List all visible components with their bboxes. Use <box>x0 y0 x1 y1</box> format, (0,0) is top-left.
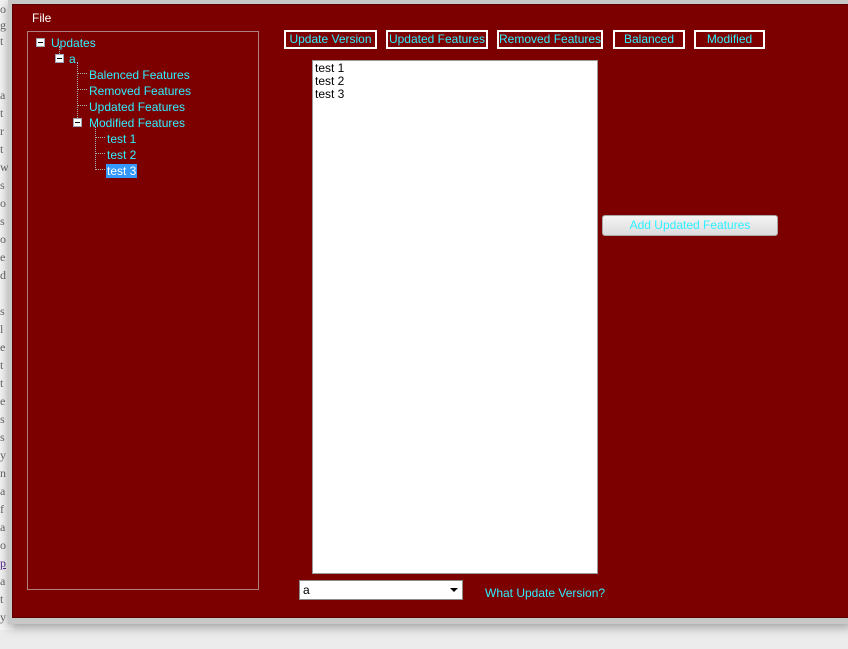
dropdown-arrow-icon[interactable] <box>450 588 458 592</box>
window-client-area: File Updates a Balenced Features Removed… <box>12 4 848 618</box>
collapse-icon[interactable] <box>73 118 82 127</box>
tree-node-version-a[interactable]: a <box>68 52 77 66</box>
collapse-icon[interactable] <box>36 38 45 47</box>
list-item[interactable]: test 1 <box>314 62 596 75</box>
tree-node-updates[interactable]: Updates <box>50 36 97 50</box>
updates-tree[interactable]: Updates a Balenced Features Removed Feat… <box>27 31 259 590</box>
tree-connector <box>95 153 105 154</box>
tree-connector <box>95 169 105 170</box>
update-version-button[interactable]: Update Version <box>284 30 377 49</box>
balanced-button[interactable]: Balanced <box>613 30 685 49</box>
update-version-question-label: What Update Version? <box>485 586 606 600</box>
tree-connector <box>77 105 87 106</box>
updated-features-button[interactable]: Updated Features <box>386 30 488 49</box>
add-updated-features-button[interactable]: Add Updated Features <box>602 215 778 236</box>
tree-node-test-3-selected[interactable]: test 3 <box>106 164 138 178</box>
list-item[interactable]: test 3 <box>314 88 596 101</box>
tree-node-test-2[interactable]: test 2 <box>106 148 137 162</box>
tree-connector <box>77 62 78 120</box>
tree-connector <box>77 89 87 90</box>
menu-file[interactable]: File <box>30 9 53 27</box>
tree-node-removed-features[interactable]: Removed Features <box>88 84 192 98</box>
version-dropdown[interactable]: a <box>299 580 463 600</box>
tree-connector <box>77 73 87 74</box>
tree-connector <box>95 137 105 138</box>
tree-node-balenced-features[interactable]: Balenced Features <box>88 68 191 82</box>
app-window: File Updates a Balenced Features Removed… <box>8 0 848 624</box>
collapse-icon[interactable] <box>55 54 64 63</box>
tree-connector <box>95 126 96 168</box>
tree-node-modified-features[interactable]: Modified Features <box>88 116 186 130</box>
list-item[interactable]: test 2 <box>314 75 596 88</box>
tree-node-test-1[interactable]: test 1 <box>106 132 137 146</box>
feature-listbox[interactable]: test 1 test 2 test 3 <box>312 60 598 574</box>
modified-button[interactable]: Modified <box>694 30 765 49</box>
version-dropdown-value: a <box>303 583 310 597</box>
removed-features-button[interactable]: Removed Features <box>497 30 603 49</box>
tree-node-updated-features[interactable]: Updated Features <box>88 100 186 114</box>
